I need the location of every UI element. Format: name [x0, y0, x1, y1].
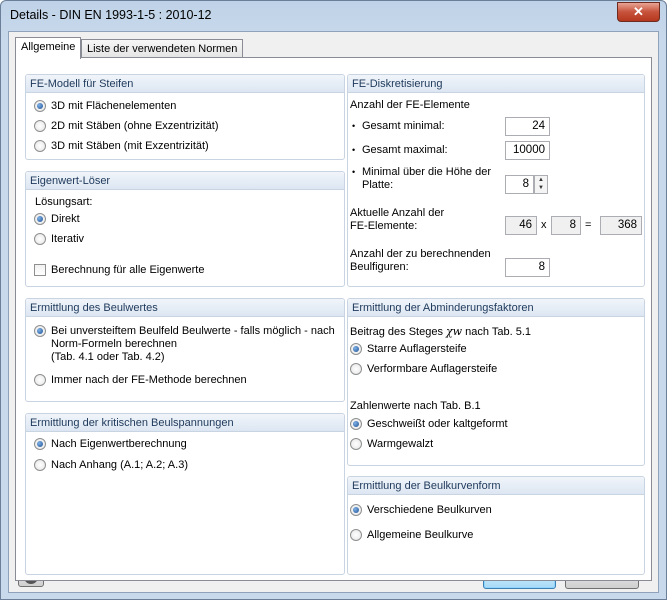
equals-sign: = — [585, 219, 592, 231]
radio-eigenwertberechnung[interactable] — [34, 438, 46, 450]
group-title: Ermittlung der Abminderungsfaktoren — [348, 299, 644, 317]
group-title: Ermittlung der kritischen Beulspannungen — [26, 414, 344, 432]
checkbox-alle-eigenwerte[interactable] — [34, 264, 46, 276]
close-button[interactable]: ✕ — [617, 2, 660, 22]
group-beulkurvenform: Ermittlung der Beulkurvenform Verschiede… — [347, 476, 645, 575]
group-eigenwert-loeser: Eigenwert-Löser Lösungsart: Direkt Itera… — [25, 171, 345, 287]
bullet-icon: • — [352, 167, 356, 177]
radio-verschiedene-beulkurven[interactable] — [350, 504, 362, 516]
radio-label: Geschweißt oder kaltgeformt — [367, 418, 508, 430]
radio-fe-methode[interactable] — [34, 374, 46, 386]
group-title: FE-Modell für Steifen — [26, 75, 344, 93]
radio-label: Warmgewalzt — [367, 438, 434, 450]
group-abminderungsfaktoren: Ermittlung der Abminderungsfaktoren Beit… — [347, 298, 645, 466]
spin-down-icon[interactable]: ▼ — [535, 184, 547, 192]
radio-iterativ[interactable] — [34, 233, 46, 245]
loesungsart-label: Lösungsart: — [35, 196, 93, 208]
radio-allgemeine-beulkurve[interactable] — [350, 529, 362, 541]
radio-starre-auflagersteife[interactable] — [350, 343, 362, 355]
radio-label-line1: Bei unversteiftem Beulfeld Beulwerte - f… — [51, 325, 335, 337]
radio-label-line2: Norm-Formeln berechnen — [51, 338, 177, 350]
gesamt-minimal-input[interactable]: 24 — [505, 117, 550, 136]
aktuelle-anzahl-a: 46 — [505, 216, 537, 235]
radio-label: Nach Anhang (A.1; A.2; A.3) — [51, 459, 188, 471]
checkbox-label: Berechnung für alle Eigenwerte — [51, 264, 205, 276]
aktuelle-anzahl-label-line1: Aktuelle Anzahl der — [350, 207, 445, 219]
radio-label: Allgemeine Beulkurve — [367, 529, 474, 541]
spin-up-icon[interactable]: ▲ — [535, 176, 547, 184]
gesamt-maximal-label: Gesamt maximal: — [362, 144, 448, 156]
group-title: Ermittlung der Beulkurvenform — [348, 477, 644, 495]
radio-label: Starre Auflagersteife — [367, 343, 467, 355]
bullet-icon: • — [352, 121, 356, 131]
gesamt-maximal-input[interactable]: 10000 — [505, 141, 550, 160]
dialog-client-area: Allgemeine Liste der verwendeten Normen … — [8, 31, 659, 593]
beitrag-steg-label: Beitrag des Steges χw nach Tab. 5.1 — [350, 325, 532, 338]
minimal-hoehe-input[interactable]: 8 — [505, 175, 534, 194]
radio-norm-formeln[interactable] — [34, 325, 46, 337]
group-title: Ermittlung des Beulwertes — [26, 299, 344, 317]
dialog-window: Details - DIN EN 1993-1-5 : 2010-12 ✕ Al… — [0, 0, 667, 600]
aktuelle-anzahl-label-line2: FE-Elemente: — [350, 220, 418, 232]
group-fe-diskretisierung: FE-Diskretisierung Anzahl der FE-Element… — [347, 74, 645, 287]
minimal-hoehe-spinner[interactable]: ▲ ▼ — [534, 175, 548, 194]
beulfiguren-label-line1: Anzahl der zu berechnenden — [350, 248, 491, 260]
group-beulwert: Ermittlung des Beulwertes Bei unversteif… — [25, 298, 345, 402]
radio-label: 2D mit Stäben (ohne Exzentrizität) — [51, 120, 219, 132]
bullet-icon: • — [352, 145, 356, 155]
radio-3d-flaechen[interactable] — [34, 100, 46, 112]
group-title: Eigenwert-Löser — [26, 172, 344, 190]
radio-label: Verschiedene Beulkurven — [367, 504, 492, 516]
tab-panel-allgemeine: FE-Modell für Steifen 3D mit Flächenelem… — [15, 57, 652, 581]
radio-verformbare-auflagersteife[interactable] — [350, 363, 362, 375]
radio-direkt[interactable] — [34, 213, 46, 225]
radio-label-line3: (Tab. 4.1 oder Tab. 4.2) — [51, 351, 165, 363]
tab-allgemeine[interactable]: Allgemeine — [15, 37, 82, 59]
radio-2d-staebe[interactable] — [34, 120, 46, 132]
radio-label: Nach Eigenwertberechnung — [51, 438, 187, 450]
times-sign: x — [541, 219, 547, 231]
title-bar: Details - DIN EN 1993-1-5 : 2010-12 ✕ — [1, 1, 666, 31]
minimal-hoehe-label-line2: Platte: — [362, 179, 394, 191]
aktuelle-anzahl-b: 8 — [551, 216, 581, 235]
radio-label: Verformbare Auflagersteife — [367, 363, 498, 375]
radio-label: 3D mit Stäben (mit Exzentrizität) — [51, 140, 209, 152]
beulfiguren-label-line2: Beulfiguren: — [350, 261, 409, 273]
radio-3d-staebe[interactable] — [34, 140, 46, 152]
tab-normen-liste[interactable]: Liste der verwendeten Normen — [81, 39, 244, 57]
window-title: Details - DIN EN 1993-1-5 : 2010-12 — [10, 8, 212, 22]
radio-nach-anhang[interactable] — [34, 459, 46, 471]
radio-label: Direkt — [51, 213, 80, 225]
radio-geschweisst[interactable] — [350, 418, 362, 430]
radio-label: Immer nach der FE-Methode berechnen — [51, 374, 247, 386]
radio-label: 3D mit Flächenelementen — [51, 100, 177, 112]
radio-label: Iterativ — [51, 233, 85, 245]
zahlenwerte-label: Zahlenwerte nach Tab. B.1 — [350, 400, 481, 412]
gesamt-minimal-label: Gesamt minimal: — [362, 120, 445, 132]
aktuelle-anzahl-result: 368 — [600, 216, 642, 235]
beulfiguren-input[interactable]: 8 — [505, 258, 550, 277]
anzahl-fe-label: Anzahl der FE-Elemente — [350, 99, 470, 111]
group-fe-modell: FE-Modell für Steifen 3D mit Flächenelem… — [25, 74, 345, 160]
group-title: FE-Diskretisierung — [348, 75, 644, 93]
radio-warmgewalzt[interactable] — [350, 438, 362, 450]
group-kritische-beulspannungen: Ermittlung der kritischen Beulspannungen… — [25, 413, 345, 575]
minimal-hoehe-label-line1: Minimal über die Höhe der — [362, 166, 492, 178]
